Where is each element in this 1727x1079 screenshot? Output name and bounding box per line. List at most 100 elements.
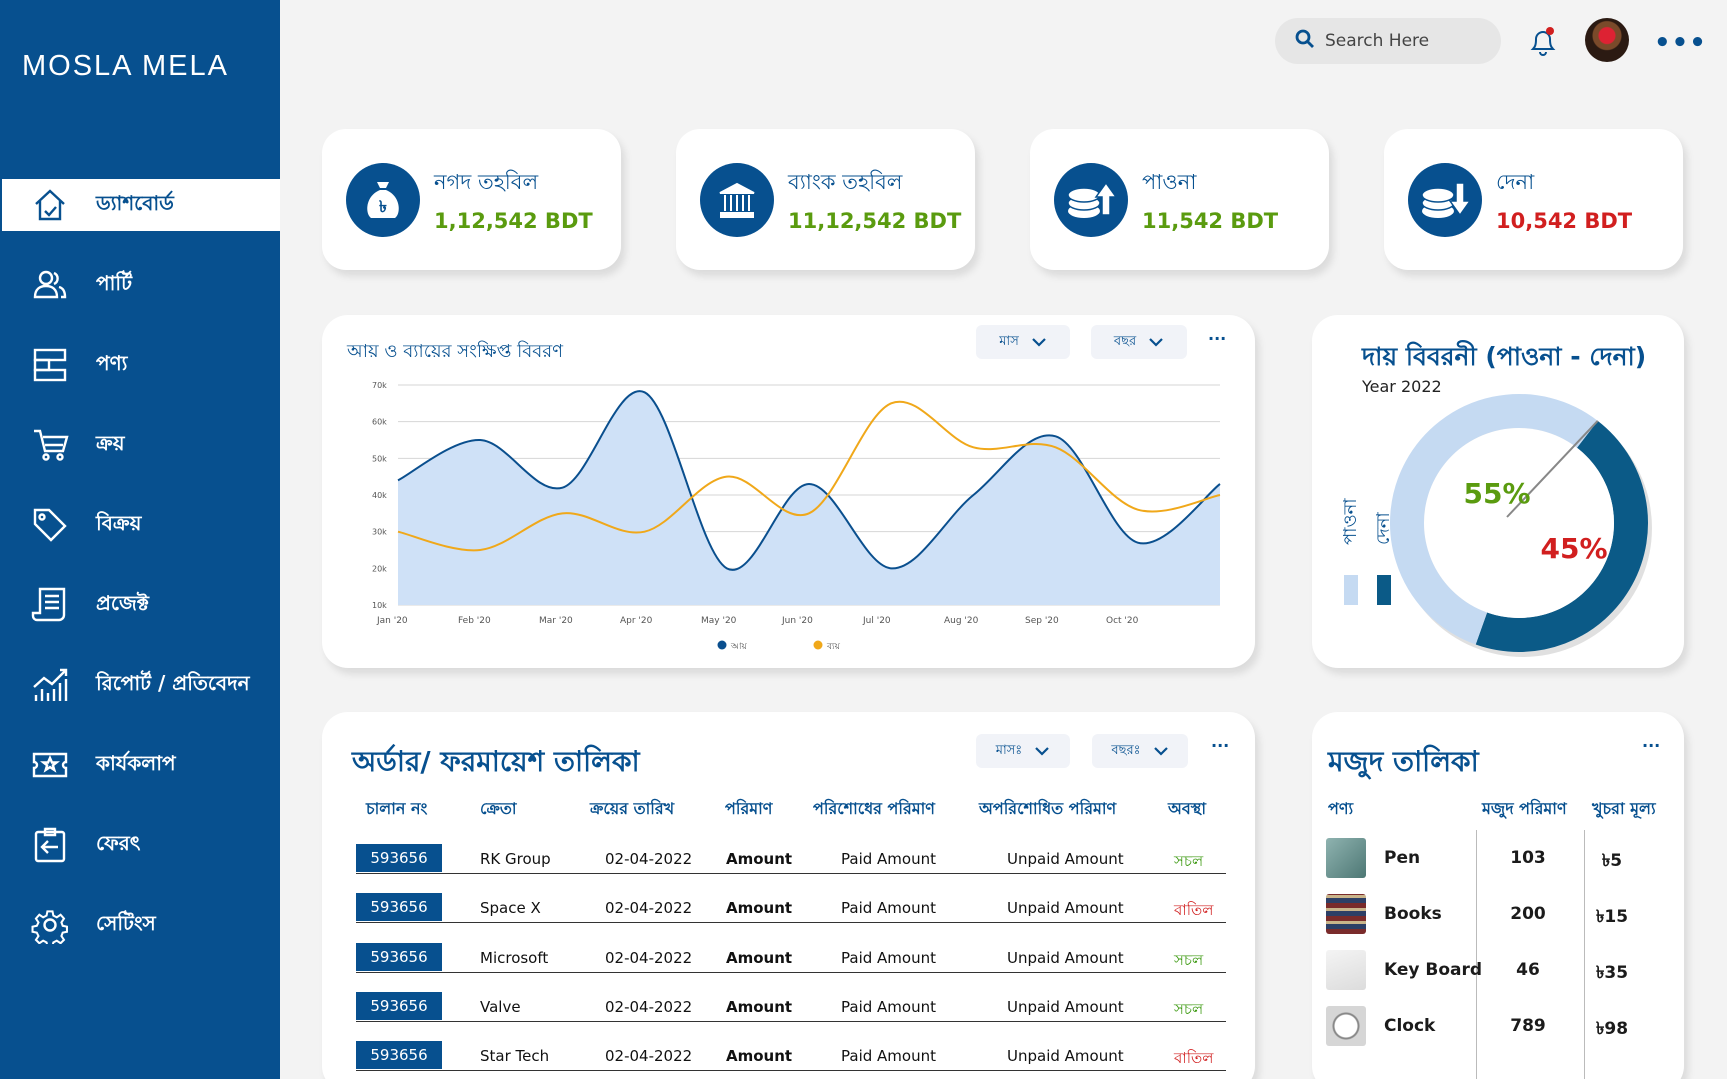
y-tick-label: 30k <box>372 528 387 537</box>
invoice-number[interactable]: 593656 <box>356 992 442 1020</box>
stat-title: ব্যাংক তহবিল <box>788 170 903 194</box>
table-row[interactable]: 593656 Valve 02-04-2022 Amount Paid Amou… <box>356 992 1226 1022</box>
y-tick-label: 60k <box>372 418 387 427</box>
x-tick-label: Sep '20 <box>1025 616 1059 626</box>
list-item[interactable]: Clock 789 ৳98 <box>1326 1004 1646 1048</box>
sidebar-item-party[interactable]: পার্টি <box>2 259 280 311</box>
pen-thumbnail <box>1326 838 1366 878</box>
search-icon <box>1295 29 1315 53</box>
list-item[interactable]: Books 200 ৳15 <box>1326 892 1646 936</box>
stock-more-icon[interactable]: ··· <box>1642 736 1660 755</box>
amount-cell: Amount <box>726 850 793 868</box>
orders-year-filter[interactable]: বছরঃ <box>1092 734 1188 768</box>
sidebar-item-label: পণ্য <box>96 350 128 375</box>
legend-marker <box>813 640 823 650</box>
table-row[interactable]: 593656 Space X 02-04-2022 Amount Paid Am… <box>356 893 1226 923</box>
column-header: ক্রেতা <box>480 799 517 818</box>
unpaid-cell: Unpaid Amount <box>1007 949 1124 967</box>
paid-cell: Paid Amount <box>841 949 936 967</box>
table-row[interactable]: 593656 RK Group 02-04-2022 Amount Paid A… <box>356 844 1226 874</box>
sidebar-item-sales[interactable]: বিক্রয় <box>2 499 280 551</box>
invoice-number[interactable]: 593656 <box>356 1041 442 1069</box>
dropdown-label: বছরঃ <box>1111 742 1141 758</box>
status-badge: বাতিল <box>1174 901 1214 919</box>
sidebar-item-purchase[interactable]: ক্রয় <box>2 419 280 471</box>
search-input[interactable] <box>1325 31 1475 51</box>
orders-more-icon[interactable]: ··· <box>1211 736 1229 755</box>
paid-cell: Paid Amount <box>841 998 936 1016</box>
coins-up-icon <box>1054 162 1128 237</box>
amount-cell: Amount <box>726 949 793 967</box>
sidebar-item-dashboard[interactable]: ড্যাশবোর্ড <box>2 179 280 231</box>
income-expense-chart-panel: আয় ও ব্যায়ের সংক্ষিপ্ত বিবরণ মাস বছর ·… <box>322 315 1255 668</box>
paid-cell: Paid Amount <box>841 850 936 868</box>
orders-month-filter[interactable]: মাসঃ <box>976 734 1070 768</box>
y-tick-label: 40k <box>372 491 387 500</box>
sidebar-item-return[interactable]: ফেরৎ <box>2 819 280 871</box>
bell-icon[interactable] <box>1527 24 1559 58</box>
orders-title: অর্ডার/ ফরমায়েশ তালিকা <box>352 745 640 778</box>
stat-value: 11,542 BDT <box>1142 209 1279 233</box>
sidebar-item-reports[interactable]: রিপোর্ট / প্রতিবেদন <box>2 659 280 711</box>
column-header: ক্রয়ের তারিখ <box>590 799 675 818</box>
unpaid-cell: Unpaid Amount <box>1007 998 1124 1016</box>
invoice-number[interactable]: 593656 <box>356 893 442 921</box>
more-options-icon[interactable]: ••• <box>1654 28 1707 58</box>
buyer-cell: RK Group <box>480 850 551 868</box>
list-item[interactable]: Key Board 46 ৳35 <box>1326 948 1646 992</box>
donut-hole <box>1424 428 1614 618</box>
stock-qty: 103 <box>1510 848 1546 868</box>
stock-panel: মজুদ তালিকা ··· পণ্য মজুদ পরিমাণ খুচরা ম… <box>1312 712 1684 1079</box>
slice-label: 55% <box>1463 477 1530 510</box>
users-icon <box>30 265 70 305</box>
unpaid-cell: Unpaid Amount <box>1007 899 1124 917</box>
sidebar-nav: ড্যাশবোর্ড পার্টি পণ্য ক্রয় বিক্রয় প্র… <box>2 179 280 979</box>
sidebar-item-products[interactable]: পণ্য <box>2 339 280 391</box>
status-badge: সচল <box>1174 951 1204 969</box>
y-tick-label: 70k <box>372 381 387 390</box>
column-header: পরিমাণ <box>725 799 773 818</box>
home-icon <box>30 185 70 225</box>
column-header: খুচরা মূল্য <box>1592 799 1656 818</box>
sidebar-item-label: প্রজেক্ট <box>96 590 149 615</box>
money-bag-icon: ৳ <box>346 162 420 237</box>
sidebar-item-project[interactable]: প্রজেক্ট <box>2 579 280 631</box>
sidebar-item-activity[interactable]: কার্যকলাপ <box>2 739 280 791</box>
retail-price: ৳35 <box>1595 963 1629 983</box>
status-badge: সচল <box>1174 1000 1204 1018</box>
retail-price: ৳15 <box>1595 907 1629 927</box>
product-name: Pen <box>1384 848 1421 868</box>
product-name: Key Board <box>1384 960 1483 980</box>
invoice-number[interactable]: 593656 <box>356 844 442 872</box>
search-box[interactable] <box>1275 18 1501 64</box>
retail-price: ৳98 <box>1595 1019 1629 1039</box>
product-name: Books <box>1384 904 1442 924</box>
list-item[interactable]: Pen 103 ৳5 <box>1326 836 1646 880</box>
stat-title: দেনা <box>1496 170 1535 194</box>
legend-swatch <box>1377 575 1391 605</box>
product-icon <box>30 345 70 385</box>
sidebar-item-label: ড্যাশবোর্ড <box>96 190 174 215</box>
table-row[interactable]: 593656 Star Tech 02-04-2022 Amount Paid … <box>356 1041 1226 1071</box>
stat-title: পাওনা <box>1142 170 1197 194</box>
stat-value: 1,12,542 BDT <box>434 209 593 233</box>
x-tick-label: Aug '20 <box>944 616 979 626</box>
invoice-number[interactable]: 593656 <box>356 943 442 971</box>
sidebar-item-settings[interactable]: সেটিংস <box>2 899 280 951</box>
avatar[interactable] <box>1585 18 1629 62</box>
chevron-down-icon <box>1035 747 1050 756</box>
column-header: অবস্থা <box>1168 799 1206 818</box>
table-row[interactable]: 593656 Microsoft 02-04-2022 Amount Paid … <box>356 943 1226 973</box>
x-tick-label: Jan '20 <box>376 616 408 626</box>
stock-qty: 200 <box>1510 904 1546 924</box>
legend-label: আয় <box>730 642 747 652</box>
brand-logo: MOSLA MELA <box>22 50 229 82</box>
liability-chart-panel: দায় বিবরনী (পাওনা - দেনা) Year 2022 55%… <box>1312 315 1684 668</box>
column-header: চালান নং <box>366 799 428 818</box>
amount-cell: Amount <box>726 998 793 1016</box>
buyer-cell: Valve <box>480 998 521 1016</box>
y-tick-label: 20k <box>372 564 387 573</box>
books-thumbnail <box>1326 894 1366 934</box>
sidebar-item-label: ক্রয় <box>96 430 125 455</box>
x-tick-label: Apr '20 <box>620 616 653 626</box>
